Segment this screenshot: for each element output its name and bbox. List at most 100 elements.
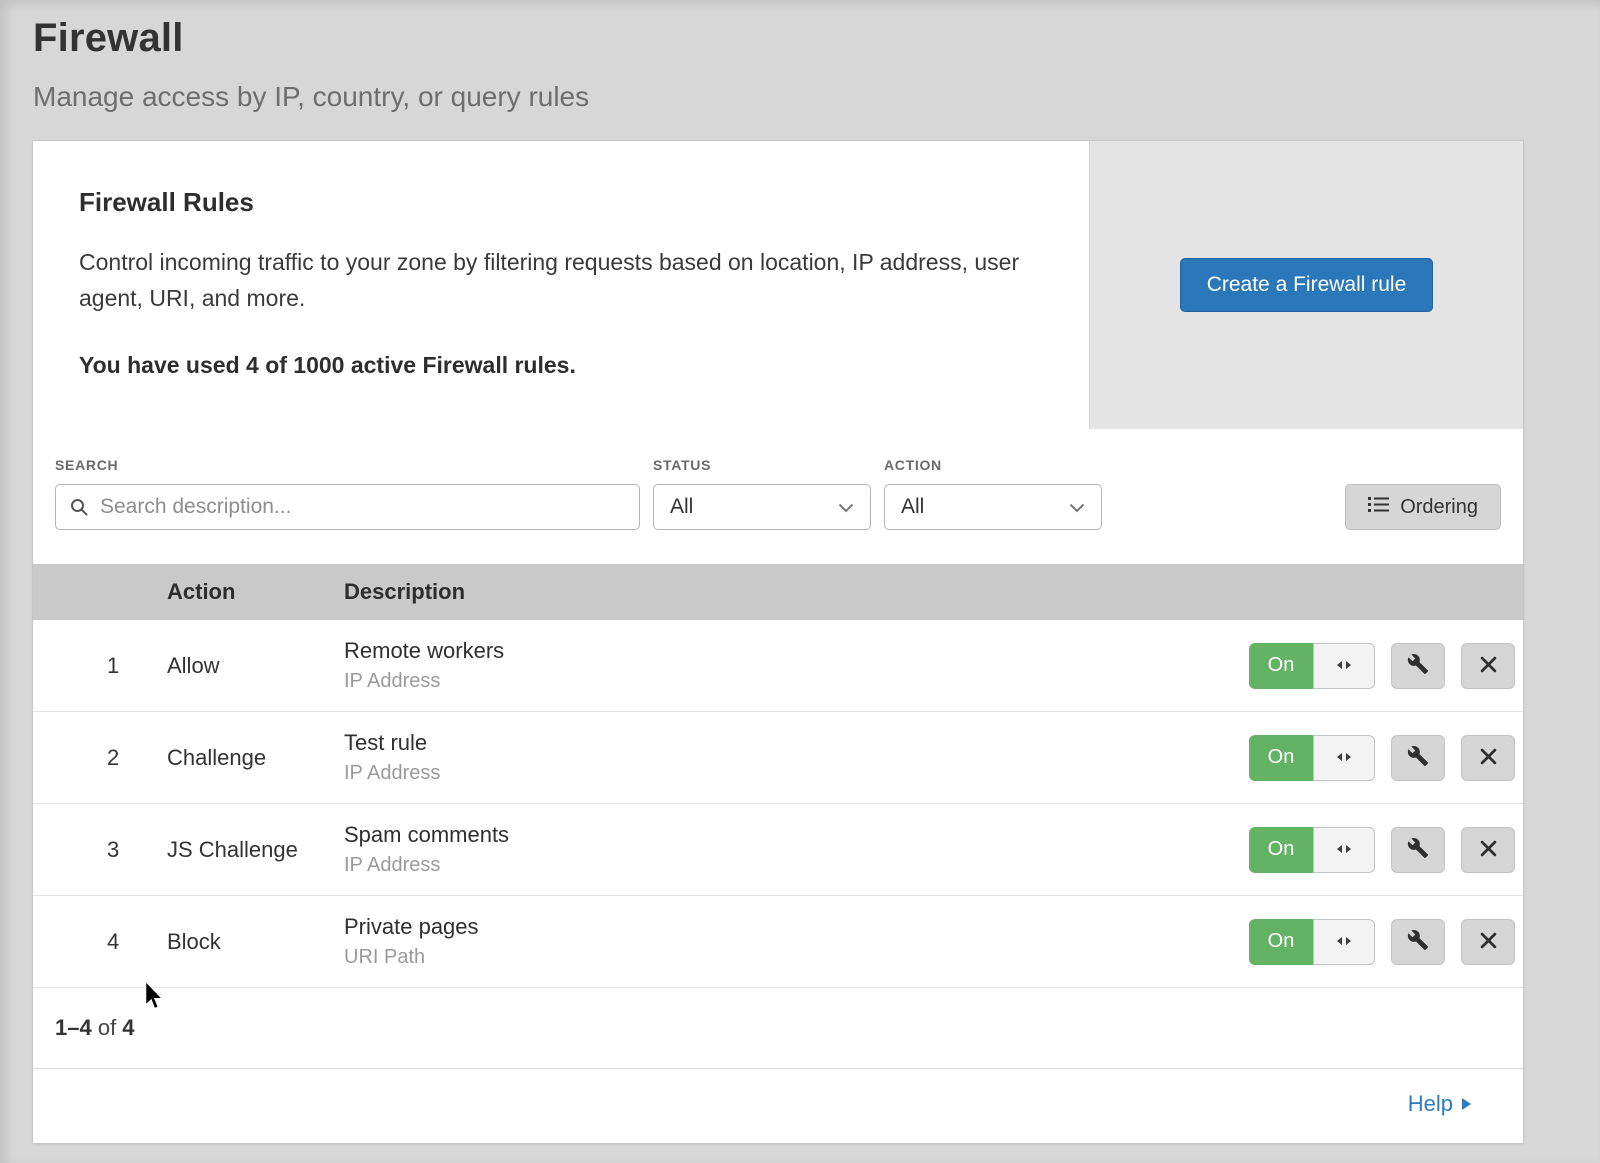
close-icon — [1480, 656, 1497, 676]
page-header: Firewall Manage access by IP, country, o… — [0, 0, 1600, 113]
list-ordering-icon — [1368, 496, 1389, 519]
pagination-of: of — [92, 1015, 123, 1040]
rule-description-cell: Private pages URI Path — [344, 914, 1249, 969]
delete-rule-button[interactable] — [1461, 735, 1515, 781]
search-wrap — [55, 484, 640, 530]
action-label: ACTION — [884, 457, 1102, 473]
edit-rule-button[interactable] — [1391, 919, 1445, 965]
help-arrow-icon — [1462, 1098, 1471, 1110]
edit-rule-button[interactable] — [1391, 735, 1445, 781]
rule-action: Allow — [167, 653, 344, 679]
search-input[interactable] — [55, 484, 640, 530]
pagination-range: 1–4 — [55, 1015, 92, 1040]
rule-priority: 1 — [33, 653, 167, 679]
close-icon — [1480, 840, 1497, 860]
rule-match-type: URI Path — [344, 946, 1249, 969]
status-filter-group: STATUS All — [653, 457, 871, 530]
toggle-state-label: On — [1249, 919, 1313, 965]
rule-enabled-toggle[interactable]: On — [1249, 643, 1375, 689]
rule-enabled-toggle[interactable]: On — [1249, 827, 1375, 873]
rules-description: Control incoming traffic to your zone by… — [79, 244, 1029, 316]
rule-match-type: IP Address — [344, 762, 1249, 785]
table-header: Action Description — [33, 564, 1523, 620]
rule-controls: On — [1249, 919, 1523, 965]
rule-controls: On — [1249, 643, 1523, 689]
search-label: SEARCH — [55, 457, 640, 473]
table-row: 1 Allow Remote workers IP Address On — [33, 620, 1523, 712]
rules-intro: Firewall Rules Control incoming traffic … — [33, 141, 1089, 429]
page-title: Firewall — [33, 16, 1560, 61]
delete-rule-button[interactable] — [1461, 827, 1515, 873]
wrench-icon — [1407, 837, 1429, 862]
left-right-arrows-icon — [1335, 841, 1353, 859]
rule-match-type: IP Address — [344, 670, 1249, 693]
edit-rule-button[interactable] — [1391, 643, 1445, 689]
rule-description-cell: Remote workers IP Address — [344, 638, 1249, 693]
left-right-arrows-icon — [1335, 749, 1353, 767]
rule-enabled-toggle[interactable]: On — [1249, 735, 1375, 781]
rule-enabled-toggle[interactable]: On — [1249, 919, 1375, 965]
rule-match-type: IP Address — [344, 854, 1249, 877]
rule-priority: 2 — [33, 745, 167, 771]
rule-priority: 3 — [33, 837, 167, 863]
wrench-icon — [1407, 929, 1429, 954]
rule-action: JS Challenge — [167, 837, 344, 863]
status-select[interactable]: All — [653, 484, 871, 530]
create-firewall-rule-button[interactable]: Create a Firewall rule — [1180, 258, 1434, 312]
rule-action: Block — [167, 929, 344, 955]
rule-description: Remote workers — [344, 638, 1249, 664]
toggle-drag-handle[interactable] — [1313, 643, 1375, 689]
table-row: 2 Challenge Test rule IP Address On — [33, 712, 1523, 804]
action-filter-group: ACTION All — [884, 457, 1102, 530]
help-link[interactable]: Help — [1408, 1091, 1453, 1117]
create-rule-panel: Create a Firewall rule — [1089, 141, 1523, 429]
pagination-total: 4 — [122, 1015, 134, 1040]
firewall-rules-card: Firewall Rules Control incoming traffic … — [33, 141, 1523, 1143]
ordering-button[interactable]: Ordering — [1345, 484, 1501, 530]
rule-controls: On — [1249, 735, 1523, 781]
rule-description-cell: Test rule IP Address — [344, 730, 1249, 785]
rule-description: Private pages — [344, 914, 1249, 940]
column-description: Description — [344, 579, 1523, 605]
left-right-arrows-icon — [1335, 657, 1353, 675]
edit-rule-button[interactable] — [1391, 827, 1445, 873]
toggle-state-label: On — [1249, 643, 1313, 689]
ordering-button-label: Ordering — [1400, 496, 1478, 519]
toggle-state-label: On — [1249, 735, 1313, 781]
search-icon — [69, 497, 89, 522]
action-selected-value: All — [901, 495, 924, 519]
help-row: Help — [33, 1069, 1523, 1143]
table-row: 3 JS Challenge Spam comments IP Address … — [33, 804, 1523, 896]
action-select[interactable]: All — [884, 484, 1102, 530]
filter-bar: SEARCH STATUS All ACTION All — [33, 429, 1523, 564]
card-top-section: Firewall Rules Control incoming traffic … — [33, 141, 1523, 429]
rules-heading: Firewall Rules — [79, 187, 1041, 218]
search-filter-group: SEARCH — [55, 457, 640, 530]
close-icon — [1480, 932, 1497, 952]
rule-controls: On — [1249, 827, 1523, 873]
rule-description-cell: Spam comments IP Address — [344, 822, 1249, 877]
wrench-icon — [1407, 745, 1429, 770]
status-selected-value: All — [670, 495, 693, 519]
chevron-down-icon — [838, 495, 854, 519]
left-right-arrows-icon — [1335, 933, 1353, 951]
table-row: 4 Block Private pages URI Path On — [33, 896, 1523, 988]
wrench-icon — [1407, 653, 1429, 678]
page-subtitle: Manage access by IP, country, or query r… — [33, 81, 1560, 113]
delete-rule-button[interactable] — [1461, 919, 1515, 965]
rule-description: Test rule — [344, 730, 1249, 756]
status-label: STATUS — [653, 457, 871, 473]
chevron-down-icon — [1069, 495, 1085, 519]
toggle-drag-handle[interactable] — [1313, 735, 1375, 781]
rule-description: Spam comments — [344, 822, 1249, 848]
column-action: Action — [167, 579, 344, 605]
rule-action: Challenge — [167, 745, 344, 771]
delete-rule-button[interactable] — [1461, 643, 1515, 689]
rule-priority: 4 — [33, 929, 167, 955]
rules-usage-count: You have used 4 of 1000 active Firewall … — [79, 352, 1041, 379]
toggle-drag-handle[interactable] — [1313, 919, 1375, 965]
pagination-summary: 1–4 of 4 — [33, 988, 1523, 1068]
close-icon — [1480, 748, 1497, 768]
toggle-state-label: On — [1249, 827, 1313, 873]
toggle-drag-handle[interactable] — [1313, 827, 1375, 873]
